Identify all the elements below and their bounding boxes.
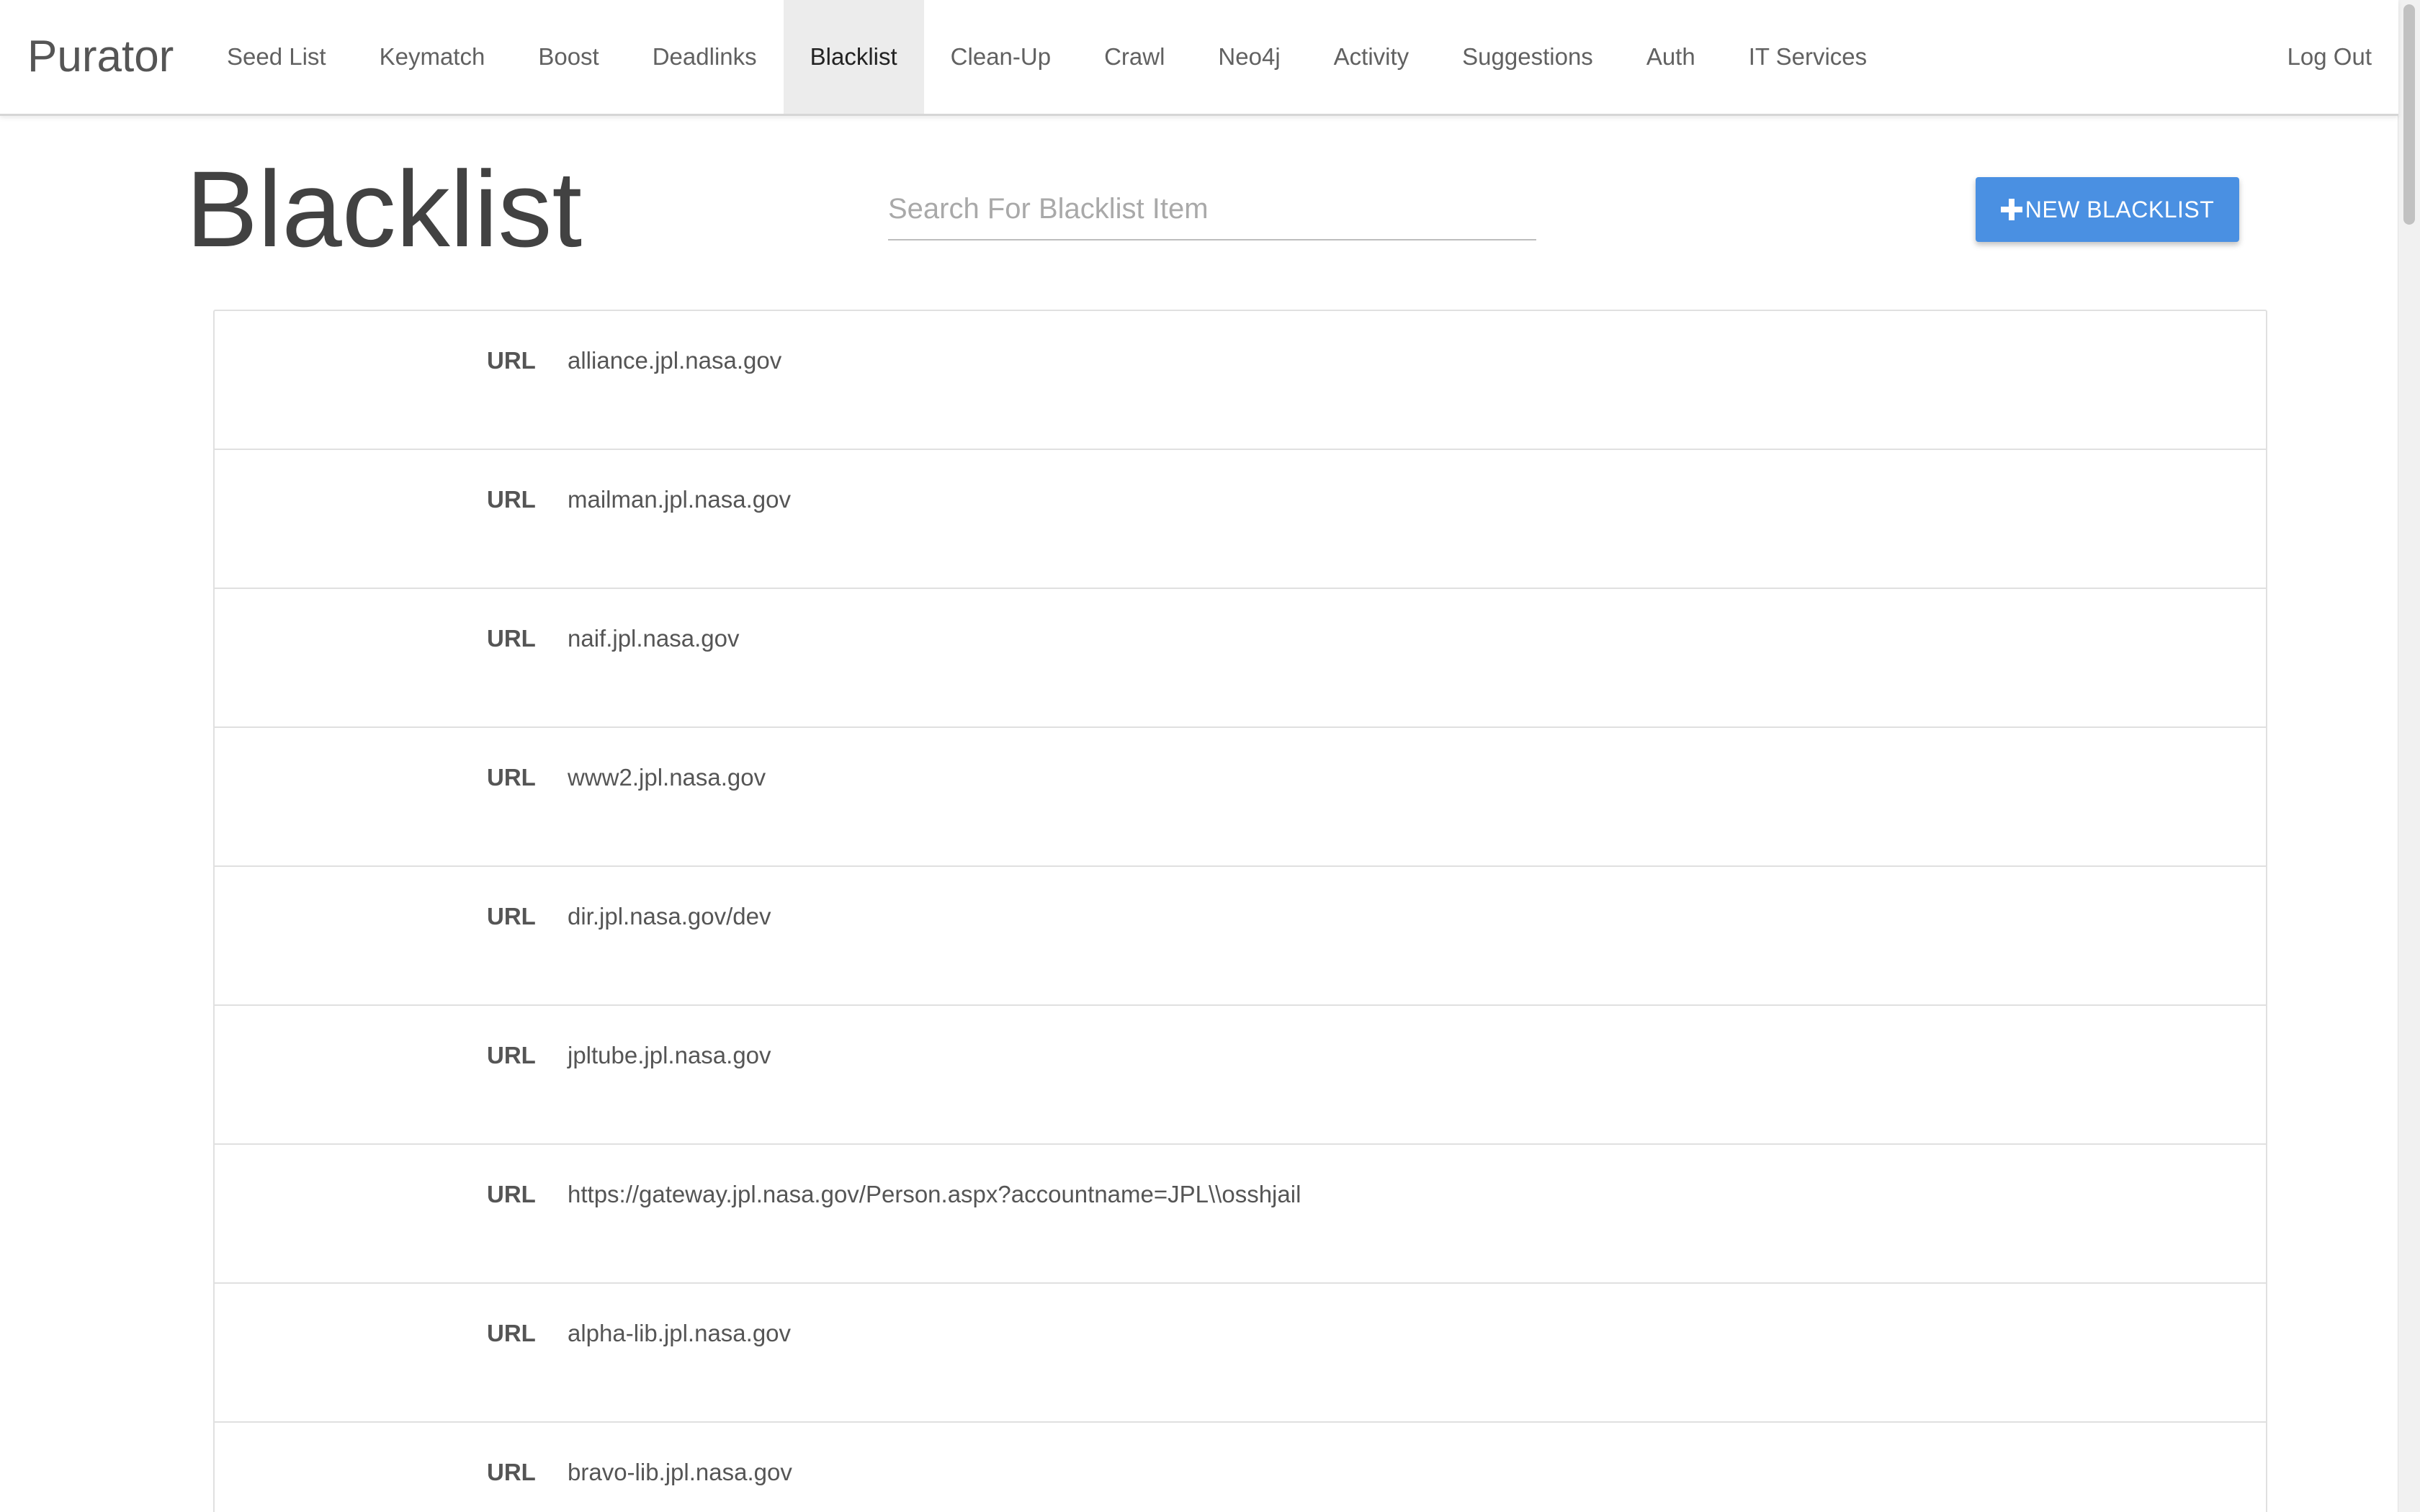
row-type-label: URL <box>487 625 536 652</box>
nav-item-seed-list[interactable]: Seed List <box>200 0 353 114</box>
nav-item-keymatch[interactable]: Keymatch <box>353 0 512 114</box>
list-item[interactable]: URL www2.jpl.nasa.gov <box>215 728 2266 867</box>
vertical-scrollbar[interactable] <box>2398 0 2420 1512</box>
logout-link[interactable]: Log Out <box>2261 0 2398 114</box>
list-item[interactable]: URL https://gateway.jpl.nasa.gov/Person.… <box>215 1145 2266 1284</box>
row-type-label: URL <box>487 347 536 374</box>
nav-item-deadlinks[interactable]: Deadlinks <box>626 0 784 114</box>
new-blacklist-button-label: NEW BLACKLIST <box>2025 196 2215 222</box>
page: Purator Seed List Keymatch Boost Deadlin… <box>0 0 2420 1512</box>
list-item[interactable]: URL bravo-lib.jpl.nasa.gov <box>215 1423 2266 1512</box>
list-item[interactable]: URL alpha-lib.jpl.nasa.gov <box>215 1284 2266 1423</box>
row-type-label: URL <box>487 1459 536 1485</box>
list-item[interactable]: URL naif.jpl.nasa.gov <box>215 589 2266 728</box>
row-url-value: alliance.jpl.nasa.gov <box>568 347 782 374</box>
new-blacklist-button[interactable]: NEW BLACKLIST <box>1976 177 2239 242</box>
row-url-value: https://gateway.jpl.nasa.gov/Person.aspx… <box>568 1181 1301 1207</box>
row-type-label: URL <box>487 764 536 791</box>
nav-item-activity[interactable]: Activity <box>1307 0 1436 114</box>
row-url-value: bravo-lib.jpl.nasa.gov <box>568 1459 792 1485</box>
list-item[interactable]: URL mailman.jpl.nasa.gov <box>215 450 2266 589</box>
row-type-label: URL <box>487 903 536 930</box>
list-item[interactable]: URL dir.jpl.nasa.gov/dev <box>215 867 2266 1006</box>
row-url-value: www2.jpl.nasa.gov <box>568 764 766 791</box>
nav-item-auth[interactable]: Auth <box>1620 0 1722 114</box>
nav-item-boost[interactable]: Boost <box>511 0 625 114</box>
nav-item-blacklist[interactable]: Blacklist <box>783 0 924 114</box>
row-type-label: URL <box>487 1042 536 1068</box>
row-url-value: naif.jpl.nasa.gov <box>568 625 740 652</box>
scrollbar-thumb[interactable] <box>2403 4 2415 225</box>
row-url-value: jpltube.jpl.nasa.gov <box>568 1042 771 1068</box>
top-navbar: Purator Seed List Keymatch Boost Deadlin… <box>0 0 2398 116</box>
nav-item-neo4j[interactable]: Neo4j <box>1191 0 1307 114</box>
nav-item-crawl[interactable]: Crawl <box>1077 0 1191 114</box>
row-url-value: alpha-lib.jpl.nasa.gov <box>568 1320 792 1346</box>
blacklist-list: URL alliance.jpl.nasa.gov URL mailman.jp… <box>213 310 2267 1512</box>
search-input[interactable] <box>888 179 1536 240</box>
list-item[interactable]: URL alliance.jpl.nasa.gov <box>215 311 2266 450</box>
plus-icon <box>2000 199 2022 220</box>
row-type-label: URL <box>487 486 536 513</box>
list-item[interactable]: URL jpltube.jpl.nasa.gov <box>215 1006 2266 1145</box>
row-type-label: URL <box>487 1320 536 1346</box>
brand-logo[interactable]: Purator <box>27 0 174 114</box>
nav-item-clean-up[interactable]: Clean-Up <box>924 0 1077 114</box>
row-url-value: dir.jpl.nasa.gov/dev <box>568 903 771 930</box>
nav-item-suggestions[interactable]: Suggestions <box>1435 0 1620 114</box>
row-type-label: URL <box>487 1181 536 1207</box>
nav-menu: Seed List Keymatch Boost Deadlinks Black… <box>200 0 1894 114</box>
row-url-value: mailman.jpl.nasa.gov <box>568 486 791 513</box>
nav-item-it-services[interactable]: IT Services <box>1722 0 1894 114</box>
page-title: Blacklist <box>186 148 583 269</box>
